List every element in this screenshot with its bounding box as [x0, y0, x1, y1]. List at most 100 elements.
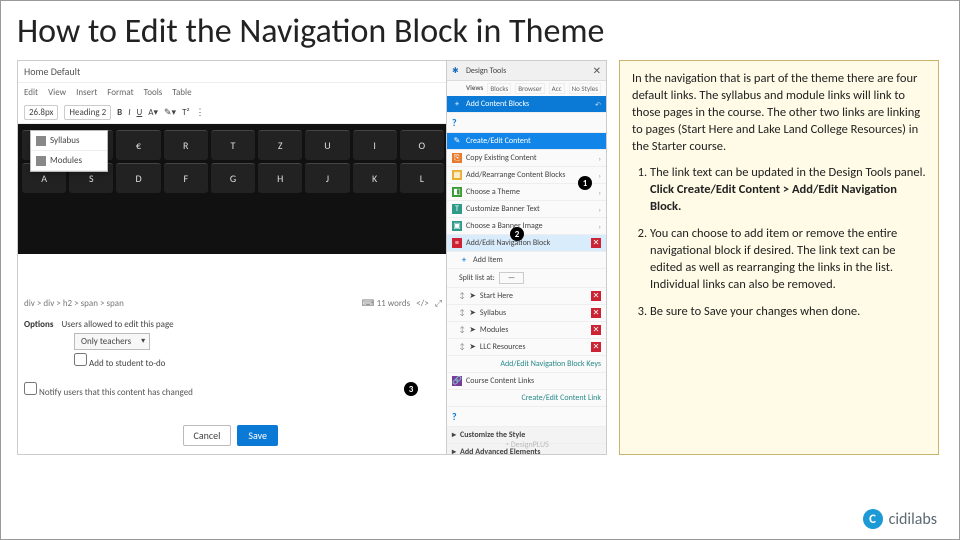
- nav-item-row[interactable]: ↕➤Syllabus✕: [447, 305, 606, 322]
- notify-checkbox[interactable]: [24, 382, 37, 395]
- row-label: Choose a Theme: [466, 187, 520, 197]
- undo-icon[interactable]: ↶: [595, 100, 601, 109]
- menu-item[interactable]: Edit: [24, 87, 38, 98]
- create-edit-link[interactable]: Create/Edit Content Link: [447, 390, 606, 407]
- instruction-box: In the navigation that is part of the th…: [619, 60, 939, 455]
- editor-toolbar[interactable]: 26.8px Heading 2 B I U A▾ ✎▾ T² ⋮: [18, 102, 448, 124]
- key: R: [164, 130, 208, 160]
- highlight-icon[interactable]: ✎▾: [164, 107, 176, 118]
- key: U: [305, 130, 349, 160]
- expand-icon[interactable]: ⤢: [435, 298, 442, 309]
- fontsize-select[interactable]: 26.8px: [24, 105, 58, 120]
- pencil-icon: ✎: [452, 136, 462, 146]
- menu-item[interactable]: Format: [107, 87, 133, 98]
- overlay-label: Syllabus: [50, 135, 80, 146]
- save-button[interactable]: Save: [237, 425, 278, 446]
- views-label: Views: [466, 83, 483, 94]
- row-label: Course Content Links: [466, 376, 534, 386]
- add-item-row[interactable]: +Add Item: [447, 252, 606, 269]
- question-icon: ?: [452, 410, 457, 423]
- choose-banner-img-row[interactable]: ▣Choose a Banner Image›: [447, 218, 606, 235]
- row-label: Add Item: [473, 255, 503, 265]
- remove-icon[interactable]: ✕: [591, 308, 601, 318]
- close-icon[interactable]: ✕: [593, 64, 601, 77]
- key: F: [164, 163, 208, 193]
- updown-icon[interactable]: ↕: [459, 291, 465, 301]
- step-1: The link text can be updated in the Desi…: [650, 165, 926, 216]
- image-icon: ▣: [452, 221, 462, 231]
- textcolor-icon[interactable]: A▾: [148, 107, 158, 118]
- view-tab[interactable]: Blocks: [487, 83, 511, 94]
- slide-title: How to Edit the Navigation Block in Them…: [1, 1, 959, 60]
- row-label: Add/Rearrange Content Blocks: [466, 170, 565, 180]
- updown-icon[interactable]: ↕: [459, 325, 465, 335]
- menu-item[interactable]: Tools: [144, 87, 163, 98]
- question-icon: ?: [452, 116, 457, 129]
- add-edit-nav-row[interactable]: ≡Add/Edit Navigation Block✕: [447, 235, 606, 252]
- cancel-button[interactable]: Cancel: [183, 425, 232, 446]
- panel-title: Design Tools: [466, 66, 506, 76]
- nav-keys-link[interactable]: Add/Edit Navigation Block Keys: [447, 356, 606, 373]
- view-tab[interactable]: No Styles: [569, 83, 601, 94]
- plus-icon: +: [452, 99, 462, 109]
- arrow-icon: ➤: [469, 325, 476, 335]
- key: G: [211, 163, 255, 193]
- remove-icon[interactable]: ✕: [591, 325, 601, 335]
- split-select[interactable]: —: [499, 272, 524, 284]
- callout-badge-1: 1: [578, 176, 592, 190]
- link-label: Create/Edit Content Link: [521, 393, 601, 403]
- remove-icon[interactable]: ✕: [591, 291, 601, 301]
- updown-icon[interactable]: ↕: [459, 342, 465, 352]
- customize-banner-row[interactable]: TCustomize Banner Text›: [447, 201, 606, 218]
- chevron-right-icon: ›: [599, 171, 601, 180]
- remove-icon[interactable]: ✕: [591, 342, 601, 352]
- view-tab[interactable]: Browser: [515, 83, 544, 94]
- create-edit-content-row[interactable]: ✎ Create/Edit Content: [447, 133, 606, 150]
- callout-badge-3: 3: [404, 382, 418, 396]
- nav-item-row[interactable]: ↕➤LLC Resources✕: [447, 339, 606, 356]
- row-label: Copy Existing Content: [466, 153, 537, 163]
- nav-item-row[interactable]: ↕➤Start Here✕: [447, 288, 606, 305]
- editors-select[interactable]: Only teachers: [74, 333, 150, 350]
- menu-item[interactable]: View: [48, 87, 66, 98]
- todo-checkbox[interactable]: [74, 353, 87, 366]
- course-links-row[interactable]: 🔗Course Content Links: [447, 373, 606, 390]
- editor-menubar[interactable]: Edit View Insert Format Tools Table: [18, 83, 448, 102]
- dom-path: div > div > h2 > span > span: [24, 298, 124, 309]
- more-icon[interactable]: ⋮: [196, 107, 205, 118]
- theme-icon: ◧: [452, 187, 462, 197]
- code-icon[interactable]: </>: [416, 298, 428, 309]
- menu-item[interactable]: Table: [172, 87, 191, 98]
- remove-icon[interactable]: ✕: [591, 238, 601, 248]
- updown-icon[interactable]: ↕: [459, 308, 465, 318]
- editor-screenshot: Home Default Edit View Insert Format Too…: [17, 60, 607, 455]
- word-count: 11 words: [377, 298, 411, 309]
- nav-overlay: Syllabus Modules: [30, 130, 108, 172]
- view-tab[interactable]: Acc: [549, 83, 565, 94]
- italic-icon[interactable]: I: [128, 107, 130, 118]
- blocks-icon: ▦: [452, 170, 462, 180]
- add-content-blocks-row[interactable]: + Add Content Blocks ↶: [447, 96, 606, 113]
- row-label: Customize the Style: [460, 430, 525, 440]
- key: K: [353, 163, 397, 193]
- intro-text: In the navigation that is part of the th…: [632, 71, 926, 155]
- overlay-label: Modules: [50, 155, 82, 166]
- bold-icon[interactable]: B: [117, 107, 122, 118]
- arrow-icon: ➤: [469, 342, 476, 352]
- copy-existing-row[interactable]: ⎘Copy Existing Content›: [447, 150, 606, 167]
- chevron-right-icon: ›: [599, 154, 601, 163]
- design-tools-panel: ✱ Design Tools ✕ Views Blocks Browser Ac…: [446, 61, 606, 454]
- superscript-icon[interactable]: T²: [182, 107, 189, 118]
- chevron-right-icon: ›: [599, 222, 601, 231]
- nav-item-row[interactable]: ↕ ➤ Modules ✕: [447, 322, 606, 339]
- help-row-2[interactable]: ?: [447, 407, 606, 427]
- menu-item[interactable]: Insert: [76, 87, 97, 98]
- split-row: Split list at: —: [447, 269, 606, 288]
- chevron-right-icon: ›: [599, 188, 601, 197]
- todo-label: Add to student to-do: [89, 358, 165, 369]
- underline-icon[interactable]: U: [137, 107, 143, 118]
- heading-select[interactable]: Heading 2: [64, 105, 111, 120]
- nav-item-label: Modules: [480, 325, 508, 335]
- key: O: [400, 130, 444, 160]
- help-row[interactable]: ?: [447, 113, 606, 133]
